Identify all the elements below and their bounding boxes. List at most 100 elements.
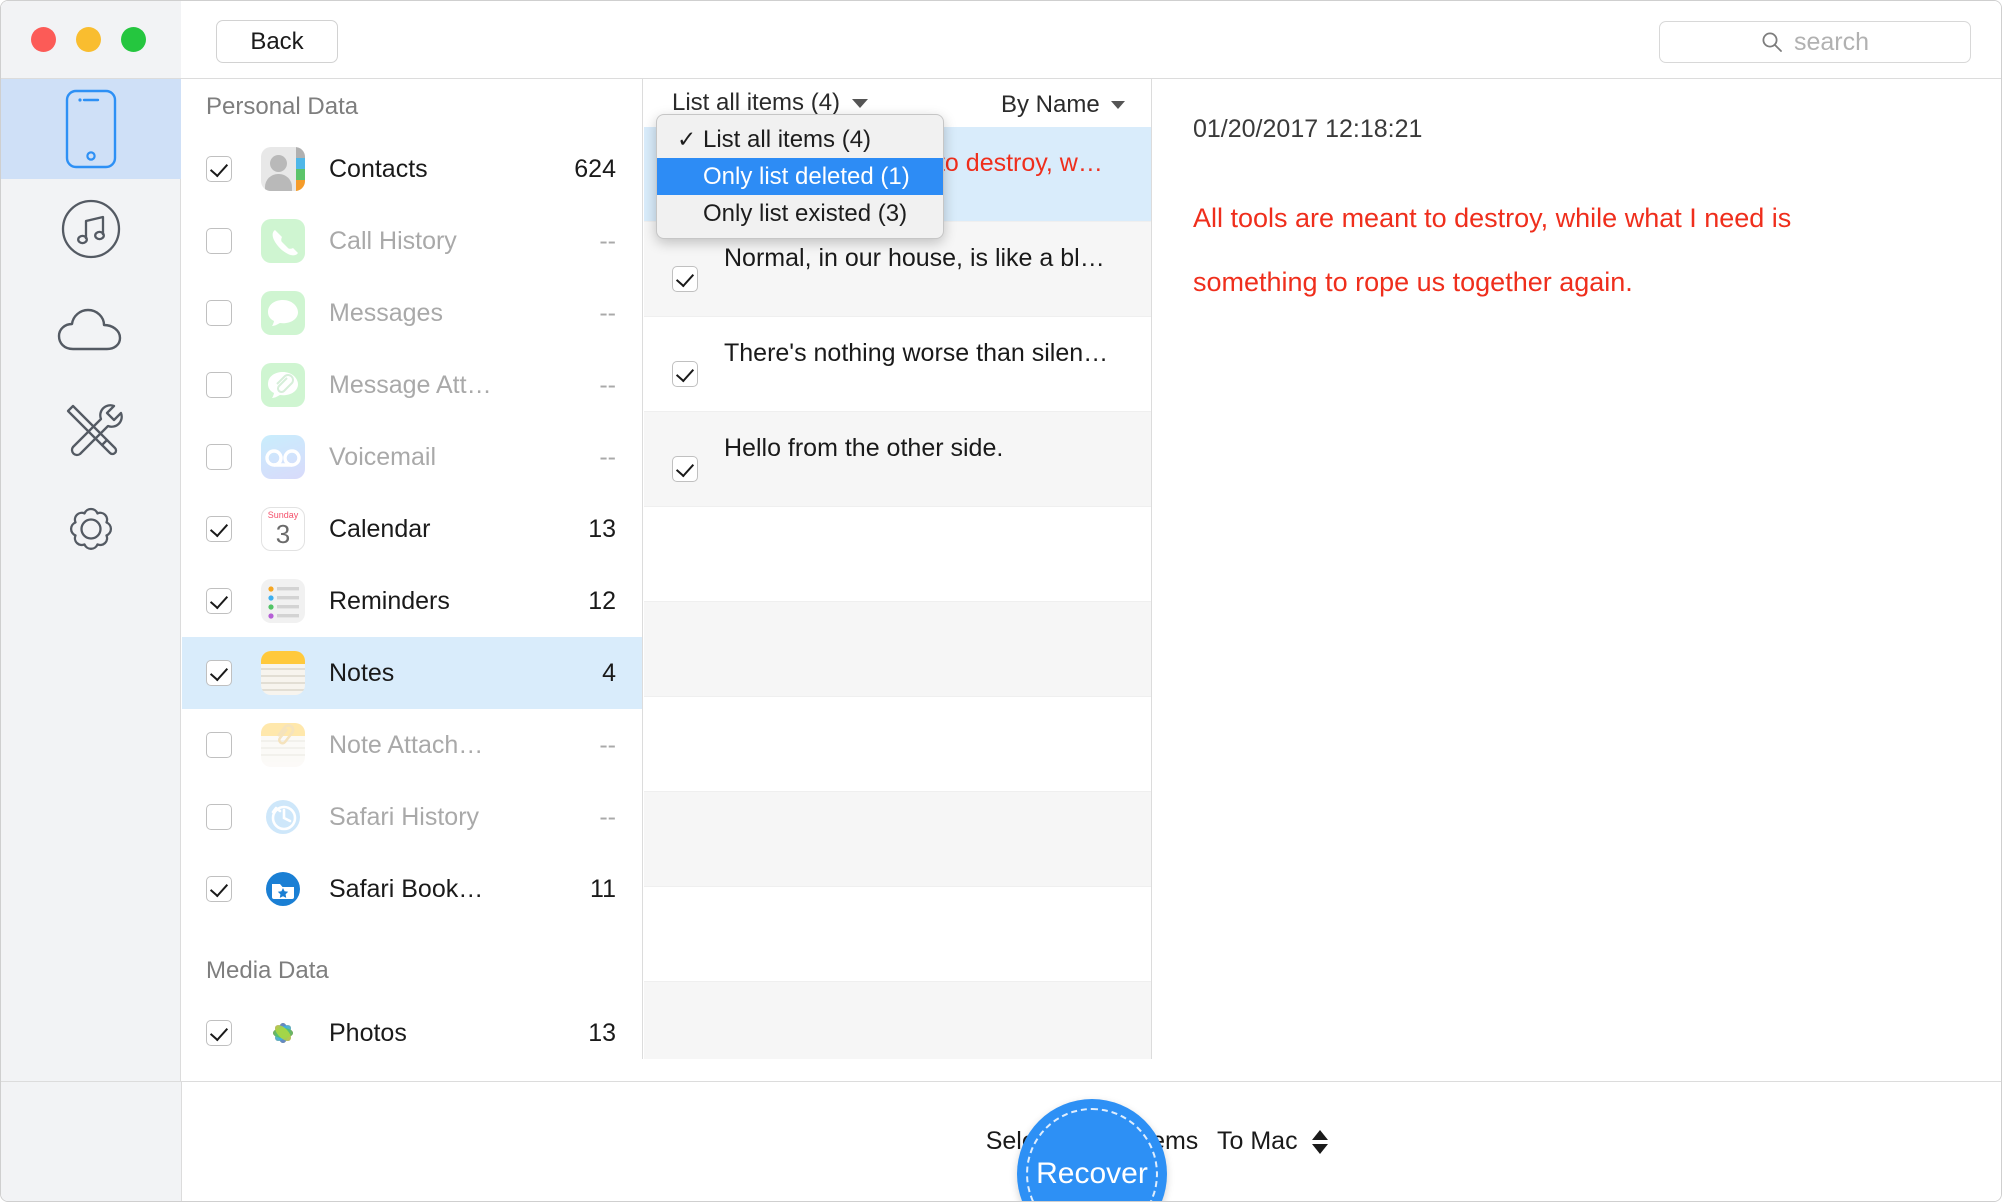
calendar-day: 3 [262,519,304,549]
list-item-empty [644,887,1151,982]
sidebar-label: Note Attach… [329,731,483,760]
menu-item-only-deleted[interactable]: Only list deleted (1) [657,158,943,195]
filter-dropdown-button[interactable]: List all items (4) [672,89,868,117]
rail-item-device[interactable] [1,79,181,179]
sidebar-label: Message Att… [329,371,492,400]
search-input[interactable]: search [1659,21,1971,63]
sidebar-count: 624 [574,155,616,184]
minimize-button[interactable] [76,27,101,52]
checkbox-call-history[interactable] [206,228,232,254]
tools-icon [59,397,123,461]
checkbox-reminders[interactable] [206,588,232,614]
notes-rows: All tools are meant to destroy, w… Norma… [644,127,1151,1059]
sidebar-count: 11 [590,875,616,904]
sidebar-item-photos[interactable]: Photos 13 [182,997,642,1059]
sidebar-item-safari-bookmarks[interactable]: Safari Book… 11 [182,853,642,925]
sidebar-count: -- [599,299,616,328]
checkbox-note[interactable] [672,266,698,292]
sidebar-label: Call History [329,227,457,256]
chevron-down-icon [1111,101,1125,109]
sidebar-label: Notes [329,659,394,688]
cloud-icon [56,305,126,353]
sidebar-item-note-attachments[interactable]: Note Attach… -- [182,709,642,781]
checkbox-safari-history[interactable] [206,804,232,830]
sidebar-item-notes[interactable]: Notes 4 [182,637,642,709]
list-item-empty [644,792,1151,887]
sidebar-item-message-attachments[interactable]: Message Att… -- [182,349,642,421]
sidebar-item-calendar[interactable]: Sunday 3 Calendar 13 [182,493,642,565]
rail-item-toolkit[interactable] [1,379,181,479]
reminders-icon [261,579,305,623]
sidebar-label: Messages [329,299,443,328]
window-controls[interactable] [31,27,146,52]
gear-icon [60,498,122,560]
note-attachment-icon [261,723,305,767]
rail-item-settings[interactable] [1,479,181,579]
sidebar-item-contacts[interactable]: Contacts 624 [182,133,642,205]
sort-dropdown-button[interactable]: By Name [1001,91,1125,119]
stepper-arrows-icon[interactable] [1312,1130,1328,1154]
menu-item-only-existed[interactable]: Only list existed (3) [657,195,943,232]
list-item[interactable]: Hello from the other side. [644,412,1151,507]
rail-item-icloud[interactable] [1,279,181,379]
sidebar-label: Voicemail [329,443,436,472]
back-button[interactable]: Back [216,20,338,63]
sidebar-item-messages[interactable]: Messages -- [182,277,642,349]
checkbox-calendar[interactable] [206,516,232,542]
checkbox-messages[interactable] [206,300,232,326]
sidebar-count: -- [599,731,616,760]
recover-label: Recover [1036,1157,1148,1191]
close-button[interactable] [31,27,56,52]
sidebar-label: Safari Book… [329,875,483,904]
contacts-icon [261,147,305,191]
group-title-media: Media Data [182,925,642,997]
sidebar-item-safari-history[interactable]: Safari History -- [182,781,642,853]
recover-button[interactable]: Recover [1017,1099,1167,1202]
checkbox-message-attachments[interactable] [206,372,232,398]
sidebar-label: Reminders [329,587,450,616]
category-sidebar: Personal Data Contacts 624 Call History … [182,79,643,1059]
music-note-icon [60,198,122,260]
sidebar-label: Contacts [329,155,428,184]
chevron-down-icon [852,99,868,108]
checkbox-note-attachments[interactable] [206,732,232,758]
note-title: Normal, in our house, is like a bl… [724,244,1105,273]
search-icon [1761,31,1783,53]
message-attachment-icon [261,363,305,407]
list-item-empty [644,602,1151,697]
messages-icon [261,291,305,335]
recover-button-wrap: Recover [1017,1099,1167,1202]
list-item[interactable]: There's nothing worse than silen… [644,317,1151,412]
icon-rail [1,79,181,1081]
bottombar-left-region [1,1081,182,1201]
sidebar-count: -- [599,227,616,256]
group-title-personal: Personal Data [182,79,642,133]
sidebar-count: 13 [588,1019,616,1048]
checkbox-note[interactable] [672,361,698,387]
checkbox-safari-bookmarks[interactable] [206,876,232,902]
safari-bookmarks-icon [261,867,305,911]
menu-item-label: Only list existed (3) [703,200,907,228]
note-title: Hello from the other side. [724,434,1003,463]
sidebar-item-reminders[interactable]: Reminders 12 [182,565,642,637]
menu-item-label: Only list deleted (1) [703,163,910,191]
destination-stepper[interactable]: To Mac [1217,1127,1328,1156]
rail-item-music[interactable] [1,179,181,279]
sidebar-count: -- [599,803,616,832]
checkbox-photos[interactable] [206,1020,232,1046]
zoom-button[interactable] [121,27,146,52]
checkbox-voicemail[interactable] [206,444,232,470]
sidebar-count: -- [599,443,616,472]
filter-dropdown-menu[interactable]: ✓ List all items (4) Only list deleted (… [656,114,944,239]
app-window: Back search [0,0,2002,1202]
checkbox-notes[interactable] [206,660,232,686]
checkbox-contacts[interactable] [206,156,232,182]
sidebar-item-call-history[interactable]: Call History -- [182,205,642,277]
sidebar-count: 12 [588,587,616,616]
checkbox-note[interactable] [672,456,698,482]
sidebar-item-voicemail[interactable]: Voicemail -- [182,421,642,493]
sidebar-count: -- [599,371,616,400]
menu-item-list-all[interactable]: ✓ List all items (4) [657,121,943,158]
calendar-icon: Sunday 3 [261,507,305,551]
list-item-empty [644,507,1151,602]
